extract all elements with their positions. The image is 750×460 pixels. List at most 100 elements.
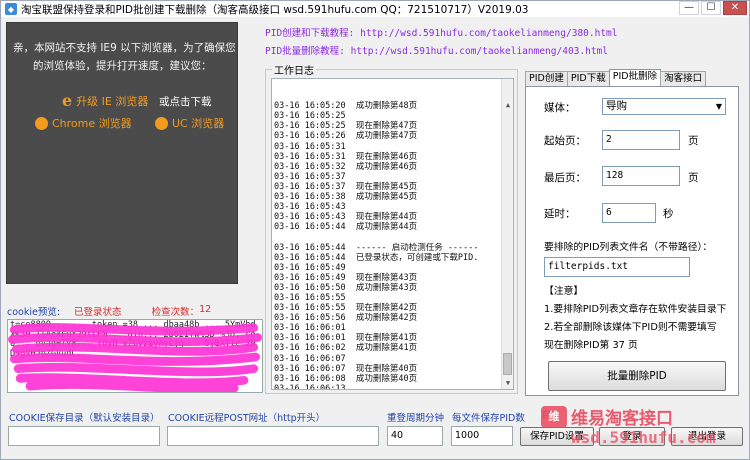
cookie-header: cookie预览: 已登录状态 检查次数： 12 [7,304,211,318]
upgrade-ie-link[interactable]: e 升级 IE 浏览器 [62,91,148,110]
minimize-button[interactable]: — [679,1,699,15]
chrome-download-link[interactable]: Chrome 浏览器 [35,115,132,131]
tab-2[interactable]: PID批删除 [608,69,662,86]
log-line: 03-16 16:05:38 成功删除第45页 [274,192,418,203]
pids-per-file-input[interactable]: 1000 [451,426,513,446]
watermark-line-2: wsd.591hufu.com [571,428,716,447]
uc-link-label: UC 浏览器 [172,117,225,130]
window-title: 淘宝联盟保持登录和PID批创建下载删除（淘客高级接口 wsd.591hufu.c… [21,3,529,16]
log-line: 03-16 16:05:37 现在删除第45页 [274,181,418,192]
log-line: 03-16 16:05:31 [274,141,346,152]
notes-title: 【注意】 [544,286,584,297]
log-line: 03-16 16:05:37 [274,171,346,182]
relogin-period-input[interactable]: 40 [387,426,443,446]
log-line: 03-16 16:05:49 [274,262,346,273]
start-page-label: 起始页： [544,135,586,147]
log-line: 03-16 16:06:08 成功删除第40页 [274,373,418,384]
check-count-label: 检查次数： [151,307,200,318]
app-icon: ◆ [5,3,17,15]
app-window: ◆ 淘宝联盟保持登录和PID批创建下载删除（淘客高级接口 wsd.591hufu… [0,0,750,460]
log-line: 03-16 16:05:44 ------ 启动检测任务 ------ [274,242,479,253]
ie-icon: e [62,91,73,110]
cookie-post-label: COOKIE远程POST网址（http开头） [168,413,326,424]
log-line: 03-16 16:06:01 现在删除第41页 [274,333,418,344]
cookie-preview-box[interactable]: t=ce8809... ... token =38 ... dbaa48b ..… [7,319,263,393]
start-page-unit: 页 [688,135,699,147]
browser-warning-panel: 亲，本网站不支持 IE9 以下浏览器，为了确保您 的浏览体验，提升打开速度，建议… [6,22,238,284]
cookie-dir-label: COOKIE保存目录（默认安装目录） [9,413,160,424]
media-value: 导购 [606,100,627,112]
maximize-button[interactable]: ☐ [701,1,721,15]
end-page-label: 最后页： [544,172,586,184]
chrome-icon [35,116,48,130]
start-page-input[interactable]: 2 [602,130,680,150]
warning-message: 亲，本网站不支持 IE9 以下浏览器，为了确保您 的浏览体验，提升打开速度，建议… [13,39,239,75]
pid-batch-delete-panel: 媒体： 导购 ▼ 起始页： 2 页 最后页： 128 页 延时： 6 秒 要排除… [525,86,739,396]
log-line: 03-16 16:05:25 现在删除第47页 [274,121,418,132]
log-line: 03-16 16:06:01 [274,323,346,334]
media-label: 媒体： [544,102,576,114]
batch-delete-pid-button[interactable]: 批量删除PID [548,361,726,391]
uc-icon [155,116,168,130]
cookie-post-input[interactable] [167,426,379,446]
close-button[interactable]: ✕ [723,1,747,15]
work-log[interactable]: 03-16 16:05:20 成功删除第48页 03-16 16:05:25 03-… [271,78,514,390]
warning-line-2: 的浏览体验，提升打开速度，建议您： [33,60,212,72]
log-line: 03-16 16:05:50 成功删除第43页 [274,282,418,293]
delay-input[interactable]: 6 [602,203,656,223]
work-log-group: 工作日志 03-16 16:05:20 成功删除第48页 03-16 16:05:… [265,62,518,394]
tab-strip: PID创建 PID下载 PID批删除 淘客接口 [525,69,707,86]
log-line: 03-16 16:05:26 成功删除第47页 [274,131,418,142]
log-line: 03-16 16:06:02 成功删除第41页 [274,343,418,354]
log-line: 03-16 16:05:55 [274,292,346,303]
log-line: 03-16 16:05:43 现在删除第44页 [274,212,418,223]
pids-per-file-label: 每文件保存PID数 [452,413,525,424]
log-line: 03-16 16:06:07 [274,353,346,364]
scroll-thumb[interactable] [503,353,512,375]
tab-1[interactable]: PID下载 [566,71,610,86]
log-line: 03-16 16:05:25 [274,111,346,122]
chevron-down-icon: ▼ [715,102,722,111]
delay-label: 延时： [544,208,576,220]
window-controls: — ☐ ✕ [677,1,747,17]
or-download-text: 或点击下载 [159,96,212,108]
tab-3[interactable]: 淘客接口 [660,71,707,86]
redaction-scribble [8,323,262,392]
log-line: 03-16 16:05:32 成功删除第46页 [274,161,418,172]
scroll-up-icon[interactable]: ▲ [502,99,513,111]
watermark-line-1: 维易淘客接口 [571,409,673,429]
media-select[interactable]: 导购 ▼ [602,98,726,115]
log-line: 03-16 16:05:31 现在删除第46页 [274,151,418,162]
end-page-input[interactable]: 128 [602,166,680,186]
title-bar: ◆ 淘宝联盟保持登录和PID批创建下载删除（淘客高级接口 wsd.591hufu… [1,1,749,17]
log-line: 03-16 16:05:20 成功删除第48页 [274,101,418,112]
relogin-period-label: 重登周期分钟 [387,413,445,424]
log-line: 03-16 16:06:07 现在删除第40页 [274,363,418,374]
log-scrollbar[interactable]: ▲ ▼ [501,79,513,389]
log-line: 03-16 16:05:43 [274,202,346,213]
log-line: 03-16 16:05:55 现在删除第42页 [274,303,418,314]
watermark: 维 维易淘客接口 wsd.591hufu.com [541,402,750,456]
log-line: 03-16 16:05:56 成功删除第42页 [274,313,418,324]
exclude-file-label: 要排除的PID列表文件名（不带路径）： [544,242,713,253]
log-lines: 03-16 16:05:20 成功删除第48页 03-16 16:05:25 03-… [274,101,511,389]
log-line: 03-16 16:05:44 成功删除第44页 [274,222,418,233]
uc-download-link[interactable]: UC 浏览器 [155,115,224,131]
end-page-unit: 页 [688,172,699,184]
log-line: 03-16 16:05:49 现在删除第43页 [274,272,418,283]
create-tutorial-link[interactable]: PID创建和下载教程: http://wsd.591hufu.com/taoke… [265,25,617,43]
check-count: 12 [199,304,212,315]
current-page-status: 现在删除PID第 37 页 [544,340,638,351]
work-log-label: 工作日志 [272,62,316,77]
delete-tutorial-link[interactable]: PID批量删除教程: http://wsd.591hufu.com/taokel… [265,43,617,61]
scroll-down-icon[interactable]: ▼ [502,377,513,389]
log-line: 03-16 16:05:44 已登录状态，可创建或下载PID. [274,252,479,263]
login-status: 已登录状态 [74,307,122,318]
cookie-dir-input[interactable] [8,426,160,446]
tab-0[interactable]: PID创建 [525,71,568,86]
ie-link-label: 升级 IE 浏览器 [76,94,149,108]
tutorial-links: PID创建和下载教程: http://wsd.591hufu.com/taoke… [265,25,617,61]
exclude-file-input[interactable]: filterpids.txt [544,257,690,277]
chrome-link-label: Chrome 浏览器 [52,117,132,130]
